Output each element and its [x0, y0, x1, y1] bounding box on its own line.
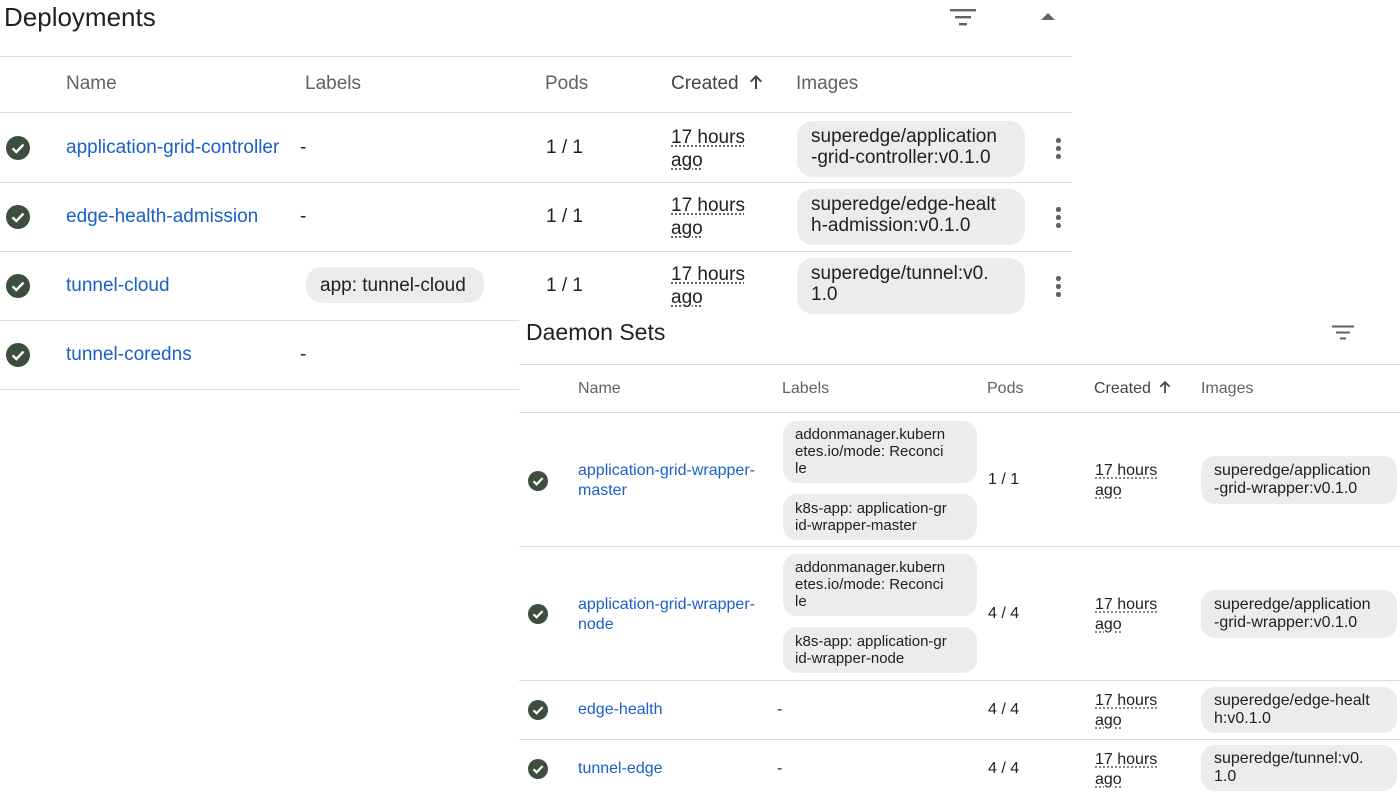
check-circle-icon — [6, 136, 30, 160]
labels-value: - — [300, 344, 307, 365]
check-circle-icon — [528, 700, 548, 720]
created-value: 17 hours ago — [1095, 751, 1158, 788]
sort-arrow-up-icon — [1160, 381, 1171, 394]
created-value: 17 hours ago — [1095, 462, 1158, 499]
deployment-name-link[interactable]: edge-health-admission — [66, 206, 258, 228]
deployment-name-link[interactable]: application-grid-controller — [66, 137, 279, 159]
created-value: 17 hours ago — [671, 264, 745, 308]
check-circle-icon — [6, 205, 30, 229]
deployment-name-link[interactable]: tunnel-cloud — [66, 275, 170, 297]
pods-value: 4 / 4 — [988, 760, 1020, 777]
label-chip: app: tunnel-cloud — [306, 267, 484, 303]
label-chip: k8s-app: application-gr id-wrapper-node — [783, 627, 977, 673]
created-value: 17 hours ago — [1095, 692, 1158, 729]
check-circle-icon — [528, 759, 548, 779]
daemon-set-name-link[interactable]: application-grid-wrapper-node — [578, 595, 755, 635]
labels-value: - — [777, 760, 783, 777]
created-value: 17 hours ago — [1095, 596, 1158, 633]
labels-value: - — [300, 137, 307, 158]
pods-value: 4 / 4 — [988, 605, 1020, 622]
pods-value: 1 / 1 — [546, 137, 583, 158]
labels-value: - — [300, 206, 307, 227]
image-chip: superedge/tunnel:v0. 1.0 — [1201, 745, 1397, 791]
column-header-created-label: Created — [1094, 380, 1151, 397]
more-vert-icon[interactable] — [1046, 136, 1070, 160]
column-header-labels: Labels — [305, 73, 361, 94]
filter-icon[interactable] — [1331, 324, 1355, 342]
column-header-pods[interactable]: Pods — [545, 73, 588, 95]
pods-value: 1 / 1 — [988, 471, 1020, 488]
deployments-title: Deployments — [4, 2, 156, 32]
image-chip: superedge/application -grid-wrapper:v0.1.… — [1201, 590, 1397, 638]
daemon-set-name-link[interactable]: tunnel-edge — [578, 760, 663, 778]
column-header-created-label: Created — [671, 73, 739, 94]
column-header-created[interactable]: Created — [1094, 380, 1172, 398]
sort-arrow-up-icon — [749, 74, 762, 89]
pods-value: 4 / 4 — [988, 701, 1020, 718]
column-header-labels: Labels — [782, 380, 830, 397]
created-value: 17 hours ago — [671, 195, 745, 239]
image-chip: superedge/application -grid-controller:v0… — [797, 121, 1025, 177]
pods-value: 1 / 1 — [546, 206, 583, 227]
image-chip: superedge/edge-healt h-admission:v0.1.0 — [797, 189, 1025, 245]
filter-icon[interactable] — [949, 7, 977, 29]
column-header-name[interactable]: Name — [578, 380, 621, 398]
collapse-chevron-up-icon[interactable] — [1038, 9, 1058, 23]
column-header-pods[interactable]: Pods — [987, 380, 1023, 398]
column-header-created[interactable]: Created — [671, 73, 764, 95]
check-circle-icon — [528, 604, 548, 624]
column-header-images: Images — [1201, 380, 1254, 397]
check-circle-icon — [6, 274, 30, 298]
daemon-sets-title: Daemon Sets — [526, 319, 666, 345]
labels-value: - — [777, 701, 783, 718]
image-chip: superedge/tunnel:v0. 1.0 — [797, 258, 1025, 314]
label-chip: k8s-app: application-gr id-wrapper-master — [783, 494, 977, 540]
pods-value: 1 / 1 — [546, 275, 583, 296]
check-circle-icon — [6, 343, 30, 367]
daemon-set-name-link[interactable]: edge-health — [578, 701, 663, 719]
image-chip: superedge/application -grid-wrapper:v0.1.… — [1201, 456, 1397, 504]
more-vert-icon[interactable] — [1046, 205, 1070, 229]
daemon-set-name-link[interactable]: application-grid-wrapper-master — [578, 461, 755, 501]
column-header-name[interactable]: Name — [66, 73, 117, 95]
column-header-images: Images — [796, 73, 859, 94]
label-chip: addonmanager.kubern etes.io/mode: Reconci… — [783, 421, 977, 483]
created-value: 17 hours ago — [671, 127, 745, 171]
label-chip: addonmanager.kubern etes.io/mode: Reconci… — [783, 554, 977, 616]
image-chip: superedge/edge-healt h:v0.1.0 — [1201, 687, 1397, 733]
more-vert-icon[interactable] — [1046, 274, 1070, 298]
deployment-name-link[interactable]: tunnel-coredns — [66, 344, 192, 366]
check-circle-icon — [528, 471, 548, 491]
